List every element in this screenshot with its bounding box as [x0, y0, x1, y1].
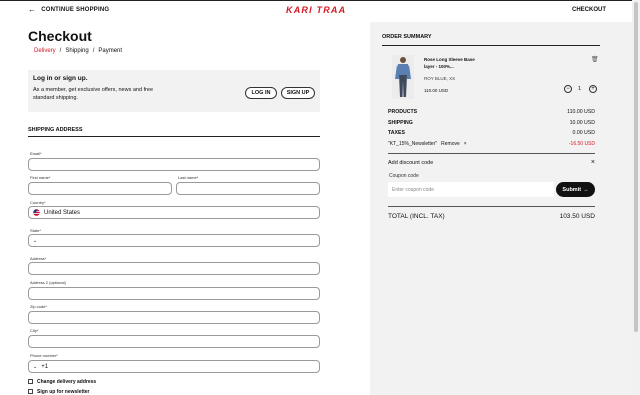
product-image[interactable]	[392, 55, 414, 99]
brand-logo[interactable]: KARI TRAA	[286, 5, 346, 15]
add-discount-toggle[interactable]: Add discount code ×	[388, 159, 595, 166]
page-title: Checkout	[28, 28, 92, 44]
address-field[interactable]	[28, 262, 320, 275]
country-select[interactable]: United States	[28, 206, 320, 219]
phone-field[interactable]: ⌄ +1	[28, 360, 320, 373]
chevron-down-icon[interactable]: ⌄	[33, 364, 37, 370]
chevron-down-icon: ⌄	[33, 237, 38, 244]
page-scrollbar[interactable]	[632, 0, 640, 395]
total-label: TOTAL (INCL. TAX)	[388, 213, 445, 220]
order-total: TOTAL (INCL. TAX) 103.50 USD	[388, 213, 595, 220]
continue-shopping-label: CONTINUE SHOPPING	[41, 7, 110, 13]
coupon-label: Coupon code	[389, 173, 419, 179]
checkout-header-link[interactable]: CHECKOUT	[572, 7, 606, 13]
country-value: United States	[44, 209, 81, 216]
phone-prefix: +1	[41, 363, 49, 370]
change-delivery-label: Change delivery address	[37, 379, 97, 385]
divider	[382, 45, 600, 46]
divider	[28, 136, 320, 137]
state-label: State*	[30, 228, 41, 233]
login-description: As a member, get exclusive offers, news …	[33, 87, 154, 101]
address2-field[interactable]	[28, 287, 320, 300]
submit-coupon-button[interactable]: Submit →	[556, 182, 595, 197]
login-panel: Log in or sign up. As a member, get excl…	[28, 70, 320, 112]
close-icon[interactable]: ×	[591, 159, 595, 166]
country-label: Country*	[30, 200, 46, 205]
us-flag-icon	[33, 209, 40, 216]
close-icon[interactable]: ×	[464, 141, 467, 147]
breadcrumb-payment[interactable]: Payment	[98, 48, 122, 54]
remove-discount-link[interactable]: Remove	[441, 141, 460, 147]
address2-label: Address 2 (optional)	[30, 280, 66, 285]
trash-icon[interactable]: 🗑	[591, 56, 599, 63]
arrow-left-icon: ←	[28, 5, 37, 14]
summary-label: TAXES	[388, 130, 405, 136]
state-select[interactable]: ⌄	[28, 234, 320, 247]
summary-label: SHIPPING	[388, 120, 413, 126]
quantity-value: 1	[578, 86, 582, 92]
breadcrumb-delivery[interactable]: Delivery	[34, 48, 56, 54]
summary-row-taxes: TAXES 0.00 USD	[388, 130, 595, 136]
last-name-label: Last name*	[178, 175, 199, 180]
summary-value: 110.00 USD	[567, 109, 595, 115]
discount-code: "KT_15%_Newsletter"	[388, 141, 438, 147]
change-delivery-checkbox[interactable]	[28, 379, 33, 384]
last-name-field[interactable]	[176, 182, 320, 195]
signup-button[interactable]: SIGN UP	[281, 87, 315, 99]
divider	[388, 153, 595, 154]
coupon-input[interactable]: Enter coupon code	[388, 182, 554, 197]
breadcrumb-separator: /	[92, 48, 95, 54]
scrollbar-thumb[interactable]	[634, 2, 638, 332]
summary-label: PRODUCTS	[388, 109, 418, 115]
continue-shopping-link[interactable]: ← CONTINUE SHOPPING	[28, 5, 110, 14]
submit-label: Submit	[562, 186, 582, 193]
breadcrumb-separator: /	[59, 48, 62, 54]
first-name-label: First name*	[30, 175, 51, 180]
login-title: Log in or sign up.	[33, 75, 88, 82]
phone-label: Phone number*	[30, 353, 58, 358]
decrease-quantity-button[interactable]: −	[564, 85, 572, 93]
newsletter-checkbox[interactable]	[28, 389, 33, 394]
city-field[interactable]	[28, 335, 320, 348]
summary-value: 0.00 USD	[572, 130, 596, 136]
divider	[388, 206, 595, 207]
zip-label: Zip code*	[30, 304, 47, 309]
discount-amount: -16.50 USD	[568, 141, 595, 147]
login-button[interactable]: LOG IN	[245, 87, 277, 99]
arrow-right-icon: →	[583, 186, 589, 193]
total-value: 103.50 USD	[559, 213, 595, 220]
summary-value: 10.00 USD	[569, 120, 595, 126]
address-label: Address*	[30, 256, 47, 261]
top-bar: ← CONTINUE SHOPPING KARI TRAA CHECKOUT	[0, 0, 640, 22]
summary-row-products: PRODUCTS 110.00 USD	[388, 109, 595, 115]
product-name[interactable]: Rose Long Sleeve Base layer - 100%...	[424, 57, 484, 70]
zip-field[interactable]	[28, 311, 320, 324]
shipping-heading: SHIPPING ADDRESS	[28, 127, 83, 133]
summary-row-shipping: SHIPPING 10.00 USD	[388, 120, 595, 126]
product-price: 110.00 USD	[424, 88, 449, 93]
email-field[interactable]	[28, 158, 320, 171]
newsletter-label: Sign up for newsletter	[37, 389, 90, 395]
applied-discount: "KT_15%_Newsletter" Remove × -16.50 USD	[388, 141, 595, 147]
order-summary-heading: ORDER SUMMARY	[382, 34, 432, 40]
email-label: Email*	[30, 151, 42, 156]
city-label: City*	[30, 328, 39, 333]
increase-quantity-button[interactable]: +	[589, 85, 597, 93]
breadcrumb: Delivery / Shipping / Payment	[34, 48, 122, 54]
first-name-field[interactable]	[28, 182, 172, 195]
add-discount-label: Add discount code	[388, 160, 434, 166]
product-variant: ROY BLUE, XS	[424, 76, 456, 81]
breadcrumb-shipping[interactable]: Shipping	[65, 48, 88, 54]
